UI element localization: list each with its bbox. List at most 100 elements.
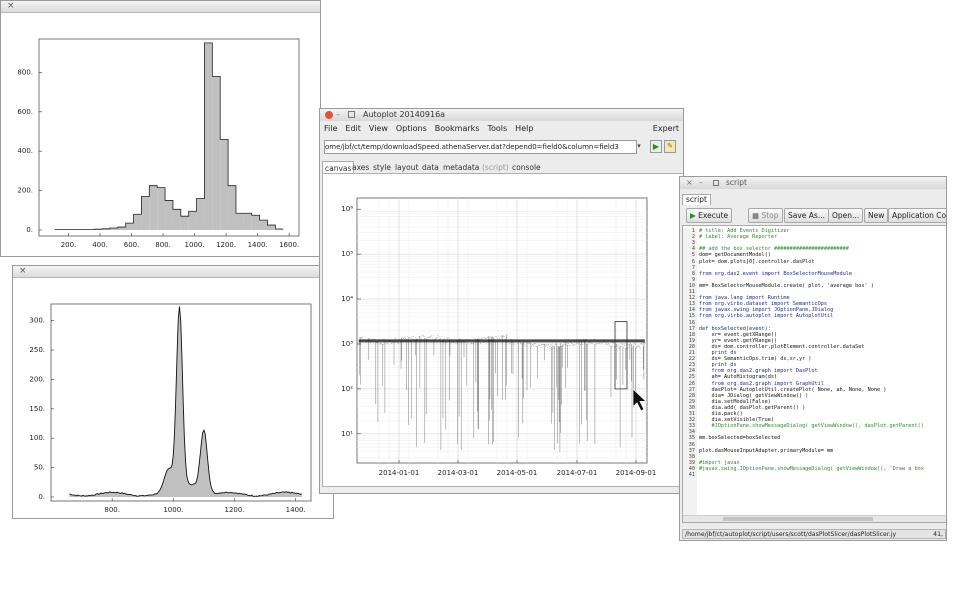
horizontal-scrollbar[interactable] [683, 515, 946, 522]
context-selector[interactable]: Application Co [888, 208, 946, 223]
hist-bar [117, 227, 126, 230]
y-tick-label: 10¹ [341, 430, 353, 438]
execute-label: Execute [698, 211, 729, 220]
x-tick-label: 1200. [216, 241, 236, 249]
x-tick-label: 1000. [185, 241, 205, 249]
hist-bar [157, 187, 166, 230]
code-line: from org.virbo.autoplot import AutoplotU… [699, 313, 834, 320]
x-tick-label: 1200. [225, 506, 245, 514]
hist-bar [133, 214, 142, 230]
status-bar: /home/jbf/ct/autoplot/script/users/scott… [682, 529, 946, 539]
histogram-window-1[interactable]: × 0. 200. 400. 600. 800. 200. 400. 600. 800. 1000… [0, 0, 321, 257]
close-icon[interactable]: × [19, 266, 27, 277]
menu-bookmarks[interactable]: Bookmarks [431, 121, 484, 136]
window-title: Autoplot 20140916a [363, 110, 446, 119]
open-button[interactable]: Open... [828, 208, 864, 223]
hist-bar [235, 213, 244, 230]
expert-menu[interactable]: Expert [649, 121, 683, 136]
minimize-icon[interactable]: – [699, 177, 703, 188]
dropdown-arrow-icon[interactable]: ▾ [634, 140, 644, 152]
maximize-icon[interactable] [348, 111, 355, 118]
y-tick-label: 10² [341, 385, 353, 393]
bookmark-button[interactable]: ✎ [664, 140, 676, 153]
x-tick-label: 400. [92, 241, 108, 249]
go-button[interactable]: ▶ [650, 140, 662, 153]
y-tick-label: 100. [29, 434, 45, 442]
histogram-window-2[interactable]: × 0. 50. 100. 150. 200. 250. 300. 800. 1000. 1200… [12, 265, 334, 519]
window-title: script [726, 178, 747, 187]
hist-fill [69, 306, 302, 497]
execute-button[interactable]: ▶ Execute [686, 208, 733, 223]
x-tick-label: 800. [104, 506, 120, 514]
x-tick-label: 600. [124, 241, 140, 249]
menu-options[interactable]: Options [392, 121, 431, 136]
code-line: # label: Average Reporter [699, 234, 778, 241]
script-window[interactable]: × – script script ▶ Execute ■ Stop Save … [679, 176, 947, 541]
url-input[interactable]: ome/jbf/ct/temp/downloadSpeed.athenaServ… [324, 140, 637, 154]
menu-help[interactable]: Help [511, 121, 537, 136]
plot-area: 0. 200. 400. 600. 800. 200. 400. 600. 800. 1000. 1… [1, 13, 320, 256]
code-line: #javax.swing.JOptionPane.showMessageDial… [699, 465, 924, 472]
scrollbar-thumb[interactable] [723, 517, 873, 521]
y-tick-label: 10⁴ [341, 295, 353, 303]
file-path: /home/jbf/ct/autoplot/script/users/scott… [685, 531, 897, 538]
y-tick-label: 10⁶ [341, 205, 353, 213]
close-icon[interactable] [325, 111, 333, 119]
hist-bar [251, 215, 260, 230]
menu-tools[interactable]: Tools [483, 121, 511, 136]
code-line: #JOptionPane.showMessageDialog( getViewW… [699, 423, 924, 430]
x-tick-label: 800. [155, 241, 171, 249]
new-button[interactable]: New [864, 208, 889, 223]
x-tick-label: 200. [61, 241, 77, 249]
title-bar[interactable]: × – script [680, 177, 946, 189]
hist-bar [180, 216, 189, 230]
y-tick-label: 50. [34, 464, 45, 472]
hist-bar [149, 185, 158, 230]
histogram-plot-1: 0. 200. 400. 600. 800. 200. 400. 600. 800. 1000. 1… [17, 38, 300, 249]
close-icon[interactable]: × [686, 177, 693, 189]
title-bar[interactable]: × [1, 1, 320, 13]
minimize-icon[interactable]: – [336, 110, 340, 120]
hist-bar [188, 211, 197, 230]
menu-view[interactable]: View [365, 121, 392, 136]
y-tick-label: 200. [17, 187, 33, 195]
script-tab[interactable]: script [682, 194, 711, 205]
y-tick-label: 200. [29, 375, 45, 383]
title-bar[interactable]: – Autoplot 20140916a [320, 109, 683, 121]
data-band [358, 339, 645, 343]
cursor-position: 41, [933, 531, 943, 538]
line-number: 41 [688, 472, 695, 478]
hist-bar [196, 198, 205, 230]
canvas-panel[interactable]: 2014-01-01 2014-03-01 2014-05-01 2014-07-01… [322, 173, 683, 487]
x-tick-label: 1400. [286, 506, 306, 514]
hist-bar [165, 200, 173, 230]
y-tick-label: 800. [17, 68, 33, 76]
save-as-button[interactable]: Save As... [784, 208, 829, 223]
code-line: plot.dasMouseInputAdapter.primaryModule=… [699, 447, 834, 454]
menu-bar: File Edit View Options Bookmarks Tools H… [320, 121, 683, 136]
close-icon[interactable]: × [7, 1, 15, 12]
x-tick-label: 1600. [279, 241, 299, 249]
autoplot-window[interactable]: – Autoplot 20140916a File Edit View Opti… [319, 108, 684, 494]
editor[interactable]: 1 2 3 4 5 6 7 8 9 10 11 12 13 14 15 16 17 18 19 20 21 22 23 24 2… [682, 225, 946, 523]
tab-strip: canvas axes style layout data metadata (… [320, 159, 683, 175]
toolbar: ▶ Execute ■ Stop Save As... Open... New … [680, 206, 946, 224]
menu-edit[interactable]: Edit [341, 121, 365, 136]
hist-bar [259, 220, 268, 230]
histogram-plot-2: 0. 50. 100. 150. 200. 250. 300. 800. 1000. 1200. 1… [29, 303, 312, 514]
title-bar[interactable]: × [13, 266, 333, 278]
x-tick-label: 2014-05-01 [497, 469, 538, 477]
x-tick-label: 1000. [163, 506, 183, 514]
y-tick-label: 0. [38, 493, 45, 501]
x-tick-label: 1400. [248, 241, 268, 249]
y-tick-label: 300. [29, 317, 45, 325]
x-tick-label: 2014-01-01 [379, 469, 420, 477]
menu-file[interactable]: File [320, 121, 341, 136]
code-text: # title: Add Events Digitizer # label: Av… [699, 228, 946, 522]
maximize-icon[interactable] [713, 180, 719, 186]
x-tick-label: 2014-09-01 [616, 469, 657, 477]
stop-button[interactable]: ■ Stop [748, 208, 783, 223]
plot-area: 0. 50. 100. 150. 200. 250. 300. 800. 1000. 1200. 1… [13, 278, 333, 518]
y-tick-label: 600. [17, 108, 33, 116]
y-tick-label: 0. [26, 226, 33, 234]
